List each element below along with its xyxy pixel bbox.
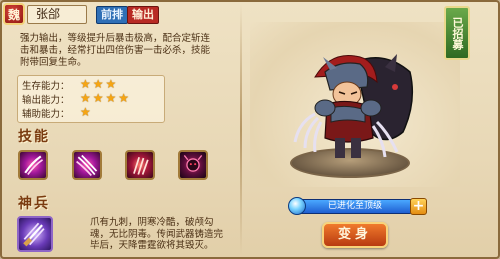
recruited-badge: 已招募 (444, 6, 470, 60)
evolution-status-bar: 已进化至顶级 (293, 199, 417, 214)
star-icon: ★ (105, 91, 117, 105)
dark-beast-icon (183, 155, 203, 172)
star-icon: ★ (80, 105, 91, 119)
star-icon: ★ (105, 77, 117, 91)
weapon-slot[interactable] (17, 216, 53, 252)
panel-divider (240, 4, 242, 255)
weapon-description: 爪有九刺，阴寒冷酷，破颅勾魂，无比阴毒。传闻武器铸造完毕后，天降雷霆欲将其毁灭。 (90, 217, 224, 251)
star-rating: ★ (80, 105, 93, 119)
skill-slot-2[interactable] (72, 150, 102, 180)
star-icon: ★ (92, 77, 104, 91)
role-tag-front: 前排 (96, 6, 128, 24)
star-icon: ★ (80, 91, 91, 105)
hero-description: 强力输出，等级提升后暴击极高，配合定斩连击和暴击，经常打出四倍伤害一击必杀，技能… (20, 33, 211, 68)
faction-badge: 魏 (3, 3, 25, 25)
skills-title: 技能 (18, 129, 50, 145)
red-claw-icon (133, 156, 149, 175)
hero-portrait (293, 54, 414, 158)
stat-label: 辅助能力： (22, 109, 70, 120)
star-icon: ★ (80, 77, 91, 91)
skill-slot-3[interactable] (125, 150, 155, 180)
star-icon: ★ (118, 91, 130, 105)
weapon-title: 神兵 (18, 196, 50, 212)
star-rating: ★ ★ ★ ★ (80, 91, 131, 105)
transform-button[interactable]: 变身 (322, 222, 388, 248)
star-icon: ★ (92, 91, 104, 105)
stats-panel: 生存能力： ★ ★ ★ 输出能力： ★ ★ ★ ★ 辅助能力： ★ (17, 75, 165, 123)
stat-label: 生存能力： (22, 81, 70, 92)
evolution-orb-icon (288, 197, 306, 215)
claw-weapon-icon (23, 222, 45, 247)
evolve-plus-button[interactable]: + (410, 198, 427, 215)
stat-row-output: 输出能力： ★ ★ ★ ★ (22, 92, 160, 106)
triple-claw-icon (76, 154, 98, 176)
stat-label: 输出能力： (22, 95, 70, 106)
role-tag-dps: 输出 (127, 6, 159, 24)
hero-name: 张郃 (27, 5, 87, 24)
claw-slash-icon (24, 155, 44, 176)
skill-slot-4[interactable] (178, 150, 208, 180)
star-rating: ★ ★ ★ (80, 77, 118, 91)
stat-row-support: 辅助能力： ★ (22, 106, 160, 120)
skill-slot-1[interactable] (18, 150, 48, 180)
stat-row-survival: 生存能力： ★ ★ ★ (22, 78, 160, 92)
